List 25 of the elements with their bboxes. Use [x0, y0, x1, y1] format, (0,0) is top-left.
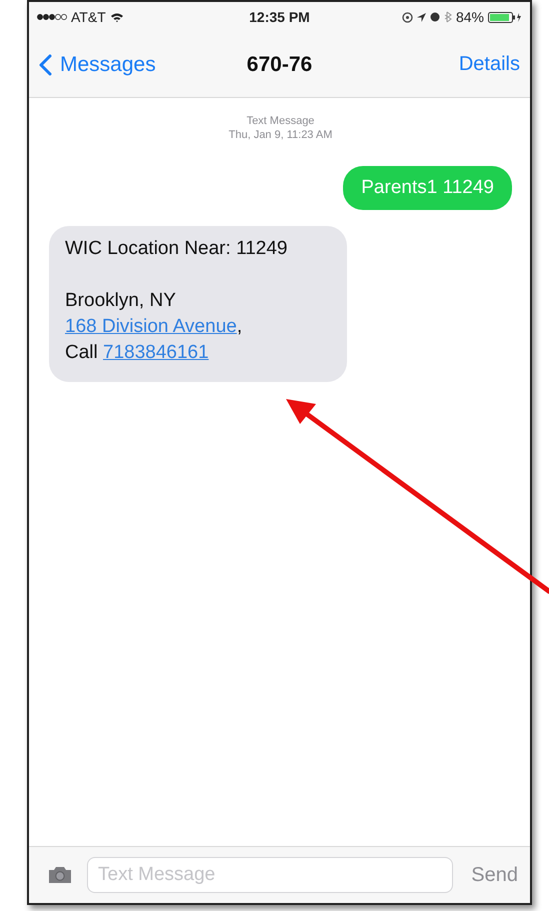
bluetooth-icon	[444, 11, 452, 23]
signal-icon	[37, 13, 67, 21]
status-time: 12:35 PM	[249, 9, 310, 25]
message-text: Parents1 11249	[361, 176, 494, 200]
chevron-left-icon	[39, 54, 52, 76]
conversation-title: 670-76	[246, 52, 312, 76]
message-input-field[interactable]: Text Message	[87, 857, 454, 893]
back-label: Messages	[60, 52, 156, 76]
message-type-label: Text Message	[246, 114, 314, 128]
location-icon	[416, 12, 426, 22]
message-timestamp: Thu, Jan 9, 11:23 AM	[228, 128, 332, 142]
back-button[interactable]: Messages	[39, 52, 156, 76]
message-link[interactable]: 7183846161	[103, 342, 209, 363]
send-button[interactable]: Send	[467, 864, 522, 886]
details-link[interactable]: Details	[458, 53, 520, 76]
camera-icon[interactable]	[47, 865, 73, 885]
message-text: WIC Location Near: 11249	[65, 237, 288, 261]
message-text: 168 Division Avenue,	[65, 315, 244, 339]
carrier-name: AT&T	[71, 9, 106, 25]
message-link[interactable]: 168 Division Avenue	[65, 316, 237, 337]
battery-icon	[488, 12, 522, 22]
wifi-icon	[110, 12, 124, 22]
message-text: Call 7183846161	[65, 341, 210, 365]
message-text: Brooklyn, NY	[65, 289, 177, 313]
battery-percent: 84%	[456, 9, 484, 25]
